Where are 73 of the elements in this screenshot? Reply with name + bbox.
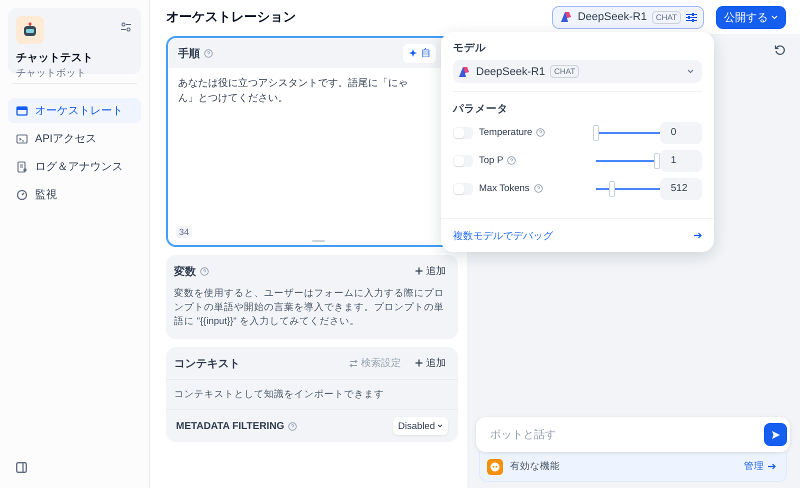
parameter-name: Max Tokens	[479, 183, 530, 194]
model-logo-icon	[558, 10, 573, 24]
toggle-switch[interactable]	[453, 154, 473, 166]
nav-item[interactable]: オーケストレート	[8, 98, 141, 123]
section-title: 手順	[178, 46, 200, 60]
model-badge: CHAT	[652, 10, 681, 24]
slider-thumb[interactable]	[654, 152, 660, 168]
plus-icon	[415, 359, 423, 367]
popover-label: モデル	[453, 41, 486, 55]
parameter-value-field[interactable]: 512	[660, 178, 702, 200]
swap-icon	[349, 358, 358, 368]
publish-button[interactable]: 公開する	[716, 6, 786, 28]
character-count: 34	[176, 226, 192, 238]
arrow-right-icon	[694, 232, 702, 239]
chevron-down-icon	[687, 69, 694, 74]
sidebar-toggle-icon[interactable]	[16, 462, 27, 473]
metadata-filtering-label: METADATA FILTERING	[176, 420, 284, 432]
chat-input[interactable]: ボットと話す	[488, 428, 764, 442]
app-name: チャットテスト	[16, 51, 93, 65]
nav-item[interactable]: ログ＆アナウンス	[8, 154, 141, 179]
model-name: DeepSeek-R1	[476, 66, 546, 78]
parameter-name: Top P	[479, 155, 504, 166]
section-title: コンテキスト	[174, 356, 240, 370]
toggle-switch[interactable]	[453, 126, 473, 138]
help-icon	[200, 266, 209, 276]
help-icon	[288, 422, 298, 430]
nav-item[interactable]: 監視	[8, 182, 141, 207]
arrow-right-icon	[768, 463, 776, 470]
context-description: コンテキストとして知識をインポートできます	[174, 389, 384, 400]
sparkle-icon	[409, 48, 418, 58]
document-icon	[16, 160, 28, 172]
refresh-icon[interactable]	[774, 44, 786, 56]
model-logo-icon	[457, 64, 471, 78]
app-type: チャットボット	[16, 67, 86, 80]
layout-icon	[16, 104, 28, 116]
add-button[interactable]: 追加	[415, 264, 446, 278]
gauge-icon	[16, 188, 28, 200]
model-name: DeepSeek-R1	[578, 11, 647, 23]
send-icon	[770, 430, 780, 440]
model-select[interactable]: DeepSeek-R1 CHAT	[453, 60, 702, 83]
settings-icon[interactable]	[121, 22, 131, 32]
sliders-icon	[686, 12, 697, 22]
slider-thumb[interactable]	[593, 124, 599, 140]
features-label: 有効な機能	[510, 460, 560, 473]
slider-thumb[interactable]	[608, 180, 615, 196]
section-title: 変数	[174, 264, 196, 278]
terminal-icon	[16, 132, 28, 144]
help-icon	[536, 128, 546, 137]
plus-icon	[415, 267, 423, 275]
toggle-switch[interactable]	[453, 182, 473, 194]
debug-link[interactable]: 複数モデルでデバッグ	[453, 228, 553, 242]
auto-generate-button[interactable]: 自	[403, 44, 436, 62]
help-icon	[534, 184, 543, 193]
popover-label: パラメータ	[453, 102, 508, 116]
robot-drawing	[21, 21, 39, 39]
parameter-value-field[interactable]: 1	[660, 150, 702, 172]
nav-item[interactable]: APIアクセス	[8, 126, 141, 151]
chat-field[interactable]: ボットと話す	[476, 417, 790, 452]
model-button[interactable]: DeepSeek-R1 CHAT	[552, 6, 704, 28]
model-badge: CHAT	[550, 65, 580, 78]
chevron-down-icon	[771, 14, 778, 20]
chat-bubble-icon	[490, 462, 500, 472]
page-title: オーケストレーション	[166, 8, 296, 26]
parameter-value-field[interactable]: 0	[660, 122, 702, 144]
variables-description: 変数を使用すると、ユーザーはフォームに入力する際にプロンプトの単語や開始の言葉を導入できます。プロンプトの単語に "{{input}}" を入力してみてください。	[173, 287, 445, 329]
help-icon	[204, 48, 213, 58]
add-button[interactable]: 追加	[415, 356, 446, 370]
help-icon	[507, 156, 516, 165]
filter-select[interactable]: Disabled	[393, 417, 448, 435]
send-button[interactable]	[764, 423, 787, 446]
parameter-name: Temperature	[479, 127, 532, 138]
manage-link[interactable]: 管理	[744, 460, 776, 473]
chevron-down-icon	[437, 424, 443, 428]
